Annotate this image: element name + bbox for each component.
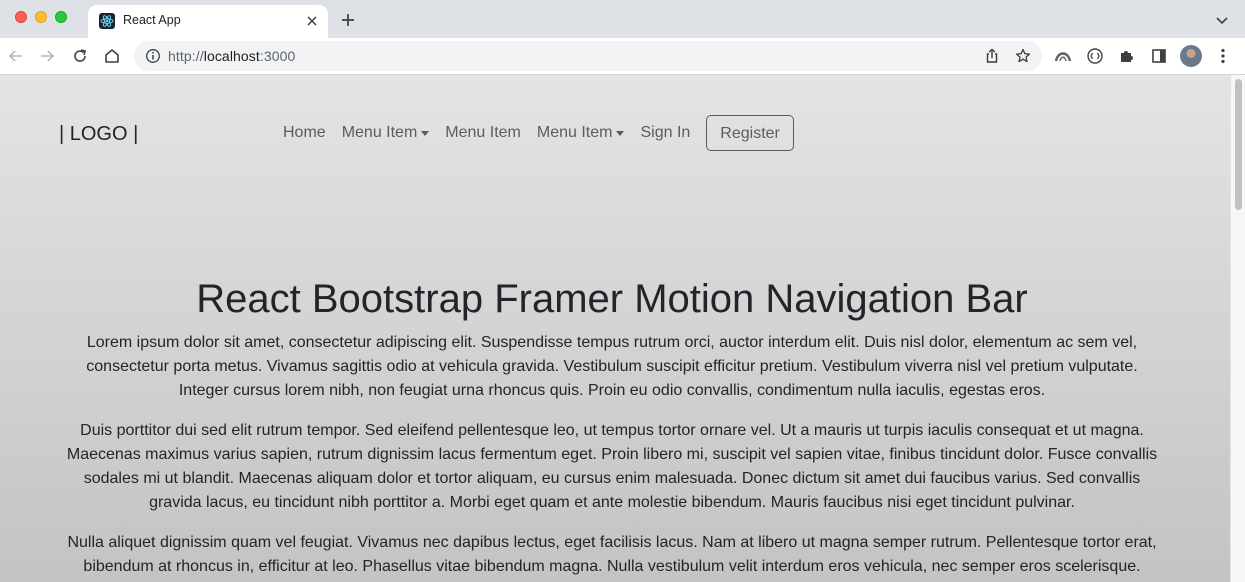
scrollbar-thumb[interactable] xyxy=(1235,79,1242,210)
url-text[interactable]: http://localhost:3000 xyxy=(168,48,295,64)
nav-dropdown-menu-item-1[interactable]: Menu Item xyxy=(342,124,430,142)
page-title: React Bootstrap Framer Motion Navigation… xyxy=(196,277,1028,321)
logo[interactable]: | LOGO | xyxy=(59,123,138,146)
nav-item-label: Sign In xyxy=(640,124,691,141)
caret-down-icon xyxy=(616,131,625,136)
paragraph-line: gravida lacus, eu tincidunt nibh porttit… xyxy=(149,494,1075,511)
more-menu-icon[interactable] xyxy=(1214,47,1232,65)
tab-title: React App xyxy=(123,13,181,27)
nav-item-label: Menu Item xyxy=(536,124,613,141)
paragraph-line: Nulla aliquet dignissim quam vel feugiat… xyxy=(67,534,1157,551)
chevron-down-icon[interactable] xyxy=(1214,12,1230,28)
url-host: localhost xyxy=(203,48,260,64)
back-arrow-icon[interactable] xyxy=(7,47,25,65)
paragraph-1: Lorem ipsum dolor sit amet, consectetur … xyxy=(0,331,1224,403)
page-viewport: | LOGO | Home Menu Item Menu Item Menu I… xyxy=(0,75,1230,582)
paragraph-line: Maecenas maximus varius sapien, rutrum d… xyxy=(66,446,1158,463)
paragraph-line: Lorem ipsum dolor sit amet, consectetur … xyxy=(86,334,1138,351)
home-icon[interactable] xyxy=(103,47,121,65)
side-panel-icon[interactable] xyxy=(1150,47,1168,65)
register-button[interactable]: Register xyxy=(706,115,794,151)
url-scheme: http:// xyxy=(168,48,204,64)
bookmark-star-icon[interactable] xyxy=(1014,47,1032,65)
nav-item-sign-in[interactable]: Sign In xyxy=(640,124,690,142)
forward-arrow-icon[interactable] xyxy=(38,47,56,65)
paragraph-line: sodales mi ut blandit. Maecenas aliquam … xyxy=(83,470,1141,487)
minimize-window-button[interactable] xyxy=(35,11,47,23)
navbar: Home Menu Item Menu Item Menu Item Sign … xyxy=(283,114,794,152)
share-icon[interactable] xyxy=(983,47,1001,65)
browser-tab[interactable]: React App xyxy=(88,5,328,38)
extension-react-devtools-icon[interactable] xyxy=(1086,47,1104,65)
reload-icon[interactable] xyxy=(71,47,89,65)
nav-item-label: Menu Item xyxy=(445,124,521,141)
close-window-button[interactable] xyxy=(15,11,27,23)
paragraph-2: Duis porttitor dui sed elit rutrum tempo… xyxy=(0,419,1224,515)
maximize-window-button[interactable] xyxy=(55,11,67,23)
new-tab-icon[interactable] xyxy=(339,11,357,29)
react-favicon-icon xyxy=(99,13,115,29)
caret-down-icon xyxy=(421,131,430,136)
profile-avatar[interactable] xyxy=(1180,45,1202,67)
page-scrollbar[interactable] xyxy=(1230,75,1245,582)
paragraph-line: Integer cursus lorem nibh, non feugiat u… xyxy=(178,382,1046,399)
extensions-puzzle-icon[interactable] xyxy=(1118,47,1136,65)
nav-item-label: Menu Item xyxy=(341,124,418,141)
nav-item-label: Home xyxy=(283,124,326,141)
extension-arc-icon[interactable] xyxy=(1054,47,1072,65)
nav-item-home[interactable]: Home xyxy=(283,124,326,142)
tab-strip: React App xyxy=(0,0,1245,38)
site-info-icon[interactable] xyxy=(145,48,161,64)
nav-dropdown-menu-item-3[interactable]: Menu Item xyxy=(537,124,625,142)
paragraph-line: bibendum at rhoncus in, efficitur at leo… xyxy=(83,558,1141,575)
url-port: :3000 xyxy=(259,48,296,64)
close-tab-icon[interactable] xyxy=(304,13,320,29)
paragraph-line: consectetur porta metus. Vivamus sagitti… xyxy=(86,358,1138,375)
paragraph-3: Nulla aliquet dignissim quam vel feugiat… xyxy=(0,531,1224,579)
browser-toolbar: http://localhost:3000 xyxy=(0,38,1245,75)
address-bar[interactable]: http://localhost:3000 xyxy=(134,41,1042,71)
paragraph-line: Duis porttitor dui sed elit rutrum tempo… xyxy=(80,422,1144,439)
nav-item-menu-item-2[interactable]: Menu Item xyxy=(445,124,521,142)
